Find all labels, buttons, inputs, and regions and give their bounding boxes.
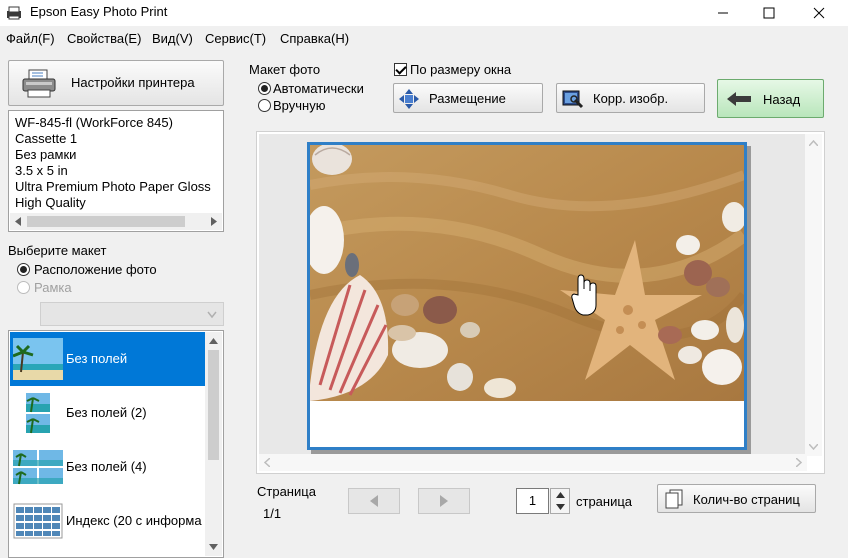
index-thumbnail <box>13 503 63 539</box>
triangle-left-icon <box>370 495 378 507</box>
maximize-button[interactable] <box>746 0 792 26</box>
copies-input[interactable]: 1 <box>516 488 549 514</box>
layout-item-borderless-2[interactable]: Без полей (2) <box>10 386 206 440</box>
info-quality: High Quality <box>15 195 86 210</box>
radio-photo-layout-label[interactable]: Расположение фото <box>34 262 157 277</box>
back-button[interactable]: Назад <box>717 79 824 118</box>
radio-frame-label: Рамка <box>34 280 72 295</box>
title-bar: Epson Easy Photo Print <box>0 0 848 26</box>
menu-properties[interactable]: Свойства(E) <box>67 31 141 46</box>
arrow-left-icon <box>727 92 751 106</box>
scroll-right-icon[interactable] <box>796 458 802 467</box>
beach-thumbnail <box>13 338 63 380</box>
frame-select <box>40 302 224 326</box>
preview-area <box>256 131 825 474</box>
fit-window-label[interactable]: По размеру окна <box>410 62 511 77</box>
stepper-down-icon[interactable] <box>556 504 565 510</box>
scroll-left-icon[interactable] <box>264 458 270 467</box>
scroll-thumb[interactable] <box>208 350 219 460</box>
preview-horizontal-scrollbar[interactable] <box>259 454 807 471</box>
chevron-down-icon <box>207 311 217 319</box>
menu-tools[interactable]: Сервис(T) <box>205 31 266 46</box>
layout-item-label: Без полей <box>66 351 128 366</box>
printer-settings-label: Настройки принтера <box>71 75 195 90</box>
radio-manual-label[interactable]: Вручную <box>273 98 325 113</box>
preview-vertical-scrollbar[interactable] <box>805 134 822 456</box>
info-paper-size: 3.5 x 5 in <box>15 163 68 178</box>
beach-thumbnail <box>25 392 51 434</box>
scroll-down-icon[interactable] <box>809 444 818 450</box>
layout-item-index[interactable]: Индекс (20 с информа <box>10 494 206 548</box>
photo-preview[interactable] <box>307 142 747 450</box>
scroll-right-icon[interactable] <box>210 217 218 226</box>
move-arrows-icon <box>399 89 419 109</box>
page-count-label: Колич-во страниц <box>693 492 800 507</box>
info-paper-source: Cassette 1 <box>15 131 78 146</box>
radio-auto-label[interactable]: Автоматически <box>273 81 364 96</box>
placement-label: Размещение <box>429 91 506 106</box>
menu-view[interactable]: Вид(V) <box>152 31 193 46</box>
next-page-button <box>418 488 470 514</box>
maximize-icon <box>763 7 775 19</box>
info-paper-type: Ultra Premium Photo Paper Gloss <box>15 179 211 194</box>
layout-item-label: Без полей (2) <box>66 405 147 420</box>
layout-item-borderless-4[interactable]: Без полей (4) <box>10 440 206 494</box>
scroll-thumb[interactable] <box>27 216 185 227</box>
radio-photo-layout[interactable] <box>17 263 30 276</box>
triangle-right-icon <box>440 495 448 507</box>
minimize-icon <box>718 12 728 14</box>
layout-item-label: Индекс (20 с информа <box>66 513 202 528</box>
image-correction-label: Корр. изобр. <box>593 91 669 106</box>
beach-thumbnail <box>13 450 63 485</box>
copies-label: страница <box>576 494 633 509</box>
page-count-button[interactable]: Колич-во страниц <box>657 484 816 513</box>
pages-icon <box>665 489 683 509</box>
printer-icon <box>22 69 56 98</box>
menu-file[interactable]: Файл(F) <box>6 31 55 46</box>
preview-canvas <box>259 134 807 458</box>
layout-item-borderless[interactable]: Без полей <box>10 332 206 386</box>
choose-layout-heading: Выберите макет <box>8 243 107 258</box>
radio-manual[interactable] <box>258 99 271 112</box>
radio-frame <box>17 281 30 294</box>
menu-help[interactable]: Справка(H) <box>280 31 349 46</box>
scroll-down-icon[interactable] <box>209 544 218 551</box>
back-label: Назад <box>763 92 801 107</box>
info-horizontal-scrollbar[interactable] <box>10 213 222 230</box>
menu-bar: Файл(F) Свойства(E) Вид(V) Сервис(T) Спр… <box>0 28 848 50</box>
minimize-button[interactable] <box>700 0 746 26</box>
previous-page-button <box>348 488 400 514</box>
window-title: Epson Easy Photo Print <box>30 4 168 19</box>
page-heading: Страница <box>257 484 316 499</box>
scroll-up-icon[interactable] <box>209 337 218 344</box>
scroll-up-icon[interactable] <box>809 140 818 146</box>
stepper-up-icon[interactable] <box>556 492 565 498</box>
placement-button[interactable]: Размещение <box>393 83 543 113</box>
copies-stepper[interactable] <box>550 488 570 514</box>
photo-layout-heading: Макет фото <box>249 62 321 77</box>
printer-info-box: WF-845-fl (WorkForce 845) Cassette 1 Без… <box>8 110 224 232</box>
image-correction-button[interactable]: Корр. изобр. <box>556 83 705 113</box>
image-correction-icon <box>562 90 584 109</box>
beach-photo <box>310 145 744 401</box>
close-icon <box>813 7 825 19</box>
radio-auto[interactable] <box>258 82 271 95</box>
fit-window-checkbox[interactable] <box>394 63 407 76</box>
layout-list[interactable]: Без полей Без полей (2) Без полей (4) Ин… <box>8 330 224 558</box>
page-position: 1/1 <box>263 506 282 521</box>
info-border: Без рамки <box>15 147 77 162</box>
layout-list-scrollbar[interactable] <box>205 332 222 556</box>
close-button[interactable] <box>796 0 842 26</box>
info-printer-model: WF-845-fl (WorkForce 845) <box>15 115 173 130</box>
layout-item-label: Без полей (4) <box>66 459 147 474</box>
app-icon <box>7 6 21 20</box>
printer-settings-button[interactable]: Настройки принтера <box>8 60 224 106</box>
scroll-left-icon[interactable] <box>14 217 22 226</box>
